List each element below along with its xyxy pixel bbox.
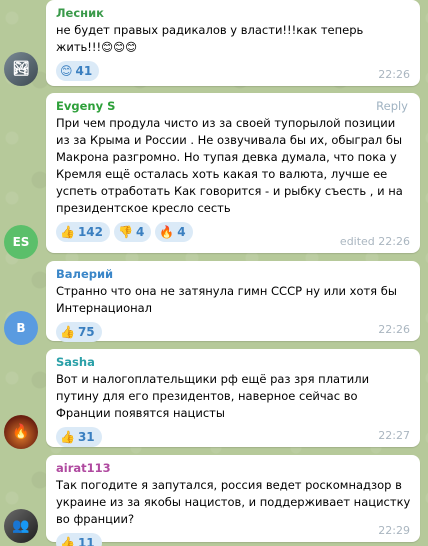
reaction-count: 41 [75, 64, 93, 78]
thumbs-up-icon: 👍 [60, 325, 75, 339]
fire-icon: 🔥 [159, 225, 175, 239]
message-time: 22:26 [378, 323, 410, 336]
author-name[interactable]: Валерий [56, 267, 412, 282]
reaction-thumbs-up[interactable]: 👍 31 [56, 427, 102, 447]
reaction-thumbs-down[interactable]: 👎 4 [114, 222, 152, 242]
avatar-photo-icon: 🔥 [12, 424, 30, 440]
message-bubble[interactable]: Evgeny S Reply При чем продула чисто из … [46, 93, 420, 253]
reaction-smile[interactable]: 😊 41 [56, 61, 100, 81]
reaction-thumbs-up[interactable]: 👍 11 [56, 533, 102, 546]
avatar[interactable]: B [4, 311, 38, 345]
thumbs-down-icon: 👎 [118, 225, 133, 239]
reactions: 😊 41 [56, 61, 412, 81]
reaction-count: 11 [77, 536, 95, 546]
smile-emoji-icon: 😊 [60, 64, 73, 78]
reaction-count: 4 [177, 225, 186, 239]
avatar-initials: ES [12, 235, 30, 249]
author-name[interactable]: Лесник [56, 6, 412, 21]
reply-button[interactable]: Reply [376, 99, 408, 113]
avatar[interactable]: 👥 [4, 509, 38, 543]
thumbs-up-icon: 👍 [60, 430, 75, 444]
thumbs-up-icon: 👍 [60, 536, 75, 546]
avatar-photo-icon: 🏞 [12, 61, 30, 77]
message-text: Так погодите я запутался, россия ведет р… [56, 478, 411, 526]
message-bubble[interactable]: airat113 Так погодите я запутался, росси… [46, 455, 420, 546]
reaction-count: 142 [77, 225, 104, 239]
avatar[interactable]: ES [4, 225, 38, 259]
reaction-count: 75 [77, 325, 95, 339]
author-name[interactable]: airat113 [56, 461, 412, 476]
message-text: Вот и налогоплательщики рф ещё раз зря п… [56, 372, 370, 420]
message-text: Странно что она не затянула гимн СССР ну… [56, 284, 397, 315]
reactions: 👍 75 [56, 322, 412, 342]
message-bubble[interactable]: Валерий Странно что она не затянула гимн… [46, 261, 420, 342]
avatar[interactable]: 🔥 [4, 415, 38, 449]
reaction-count: 31 [77, 430, 95, 444]
avatar-photo-icon: 👥 [12, 518, 30, 534]
message-time: 22:26 [378, 68, 410, 81]
reaction-count: 4 [135, 225, 145, 239]
author-name[interactable]: Sasha [56, 355, 412, 370]
reaction-thumbs-up[interactable]: 👍 142 [56, 222, 111, 242]
reactions: 👍 11 [56, 533, 412, 546]
reaction-fire[interactable]: 🔥 4 [155, 222, 193, 242]
avatar-initials: B [16, 321, 26, 335]
thumbs-up-icon: 👍 [60, 225, 75, 239]
message-time: 22:27 [378, 429, 410, 442]
reaction-thumbs-up[interactable]: 👍 75 [56, 322, 102, 342]
avatar[interactable]: 🏞 [4, 52, 38, 86]
message-bubble[interactable]: Лесник не будет правых радикалов у власт… [46, 0, 420, 86]
author-name[interactable]: Evgeny S [56, 99, 412, 114]
message-text: При чем продула чисто из за своей тупоры… [56, 116, 403, 215]
message-text: не будет правых радикалов у власти!!!как… [56, 23, 364, 54]
reactions: 👍 31 [56, 427, 412, 447]
message-time: edited 22:26 [339, 235, 410, 248]
message-time: 22:29 [378, 524, 410, 537]
message-bubble[interactable]: Sasha Вот и налогоплательщики рф ещё раз… [46, 349, 420, 447]
